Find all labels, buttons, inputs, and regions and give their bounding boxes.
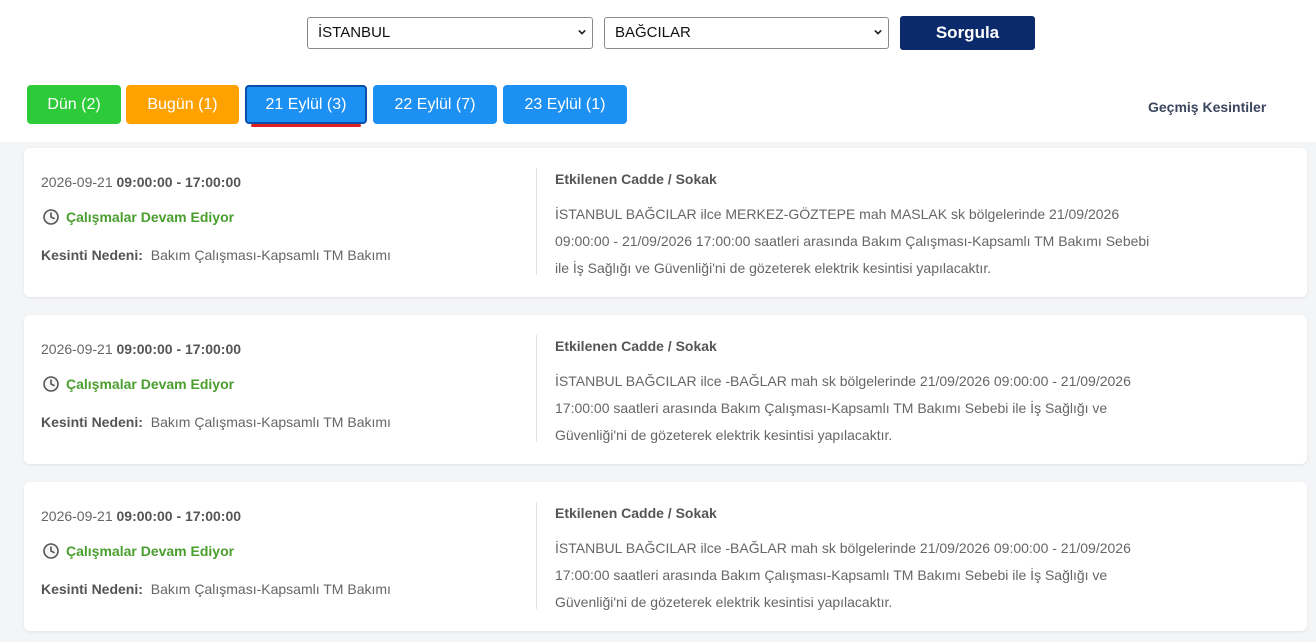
outage-card: 2026-09-21 09:00:00 - 17:00:00 Çalışmala…	[24, 315, 1307, 464]
street-line: 09:00:00 - 21/09/2026 17:00:00 saatleri …	[555, 233, 1150, 249]
tab-23-eylul[interactable]: 23 Eylül (1)	[503, 85, 627, 124]
outage-status: Çalışmalar Devam Ediyor	[43, 543, 234, 559]
affected-streets-text: İSTANBUL BAĞCILAR ilce -BAĞLAR mah sk bö…	[555, 535, 1180, 616]
outage-reason-value: Bakım Çalışması-Kapsamlı TM Bakımı	[150, 247, 391, 263]
clock-icon	[43, 376, 59, 392]
outage-date: 2026-09-21	[41, 508, 113, 524]
outage-time: 09:00:00 - 17:00:00	[116, 508, 242, 524]
outage-card: 2026-09-21 09:00:00 - 17:00:00 Çalışmala…	[24, 148, 1307, 297]
street-line: ile İş Sağlığı ve Güvenliği'ni de gözete…	[555, 260, 992, 276]
query-bar: İSTANBUL BAĞCILAR Sorgula	[0, 0, 1316, 70]
street-line: Güvenliği'ni de gözeterek elektrik kesin…	[555, 427, 893, 443]
outage-reason-label: Kesinti Nedeni:	[41, 581, 143, 597]
outage-reason-label: Kesinti Nedeni:	[41, 247, 143, 263]
clock-icon	[43, 209, 59, 225]
street-line: 17:00:00 saatleri arasında Bakım Çalışma…	[555, 567, 1108, 583]
outage-date: 2026-09-21	[41, 174, 113, 190]
outage-date: 2026-09-21	[41, 341, 113, 357]
card-divider	[536, 335, 537, 442]
outage-datetime: 2026-09-21 09:00:00 - 17:00:00	[41, 508, 241, 524]
outage-card: 2026-09-21 09:00:00 - 17:00:00 Çalışmala…	[24, 482, 1307, 631]
date-tabs: Dün (2) Bugün (1) 21 Eylül (3) 22 Eylül …	[0, 70, 1316, 142]
chevron-down-icon	[874, 29, 882, 35]
outage-reason: Kesinti Nedeni: Bakım Çalışması-Kapsamlı…	[41, 581, 391, 597]
past-outages-link[interactable]: Geçmiş Kesintiler	[1148, 99, 1266, 115]
street-line: İSTANBUL BAĞCILAR ilce -BAĞLAR mah sk bö…	[555, 540, 1131, 556]
outage-time: 09:00:00 - 17:00:00	[116, 174, 242, 190]
affected-streets-title: Etkilenen Cadde / Sokak	[555, 338, 717, 354]
outage-reason: Kesinti Nedeni: Bakım Çalışması-Kapsamlı…	[41, 414, 391, 430]
il-select-value: İSTANBUL	[318, 24, 391, 41]
card-divider	[536, 168, 537, 275]
street-line: Güvenliği'ni de gözeterek elektrik kesin…	[555, 594, 893, 610]
outage-status-text: Çalışmalar Devam Ediyor	[66, 543, 235, 559]
outage-status-text: Çalışmalar Devam Ediyor	[66, 209, 235, 225]
tab-21-eylul-label: 21 Eylül (3)	[265, 96, 347, 113]
outage-page: İSTANBUL BAĞCILAR Sorgula Dün (2) Bugün …	[0, 0, 1316, 642]
street-line: İSTANBUL BAĞCILAR ilce -BAĞLAR mah sk bö…	[555, 373, 1131, 389]
ilce-select[interactable]: BAĞCILAR	[604, 17, 889, 49]
outage-datetime: 2026-09-21 09:00:00 - 17:00:00	[41, 341, 241, 357]
chevron-down-icon	[578, 29, 586, 35]
outage-status: Çalışmalar Devam Ediyor	[43, 209, 234, 225]
affected-streets-title: Etkilenen Cadde / Sokak	[555, 505, 717, 521]
outage-reason-label: Kesinti Nedeni:	[41, 414, 143, 430]
affected-streets-text: İSTANBUL BAĞCILAR ilce -BAĞLAR mah sk bö…	[555, 368, 1180, 449]
outage-status: Çalışmalar Devam Ediyor	[43, 376, 234, 392]
affected-streets-text: İSTANBUL BAĞCILAR ilce MERKEZ-GÖZTEPE ma…	[555, 201, 1180, 282]
outage-reason: Kesinti Nedeni: Bakım Çalışması-Kapsamlı…	[41, 247, 391, 263]
tab-yesterday[interactable]: Dün (2)	[27, 85, 121, 124]
outage-reason-value: Bakım Çalışması-Kapsamlı TM Bakımı	[150, 581, 391, 597]
outage-datetime: 2026-09-21 09:00:00 - 17:00:00	[41, 174, 241, 190]
affected-streets-title: Etkilenen Cadde / Sokak	[555, 171, 717, 187]
il-select[interactable]: İSTANBUL	[307, 17, 593, 49]
tab-21-eylul[interactable]: 21 Eylül (3)	[245, 85, 367, 127]
tab-today[interactable]: Bugün (1)	[126, 85, 239, 124]
ilce-select-value: BAĞCILAR	[615, 24, 691, 41]
outage-time: 09:00:00 - 17:00:00	[116, 341, 242, 357]
street-line: İSTANBUL BAĞCILAR ilce MERKEZ-GÖZTEPE ma…	[555, 206, 1120, 222]
clock-icon	[43, 543, 59, 559]
tab-22-eylul[interactable]: 22 Eylül (7)	[373, 85, 497, 124]
query-button[interactable]: Sorgula	[900, 16, 1035, 50]
card-divider	[536, 502, 537, 609]
street-line: 17:00:00 saatleri arasında Bakım Çalışma…	[555, 400, 1108, 416]
outage-status-text: Çalışmalar Devam Ediyor	[66, 376, 235, 392]
outage-reason-value: Bakım Çalışması-Kapsamlı TM Bakımı	[150, 414, 391, 430]
active-tab-underline	[251, 124, 361, 127]
